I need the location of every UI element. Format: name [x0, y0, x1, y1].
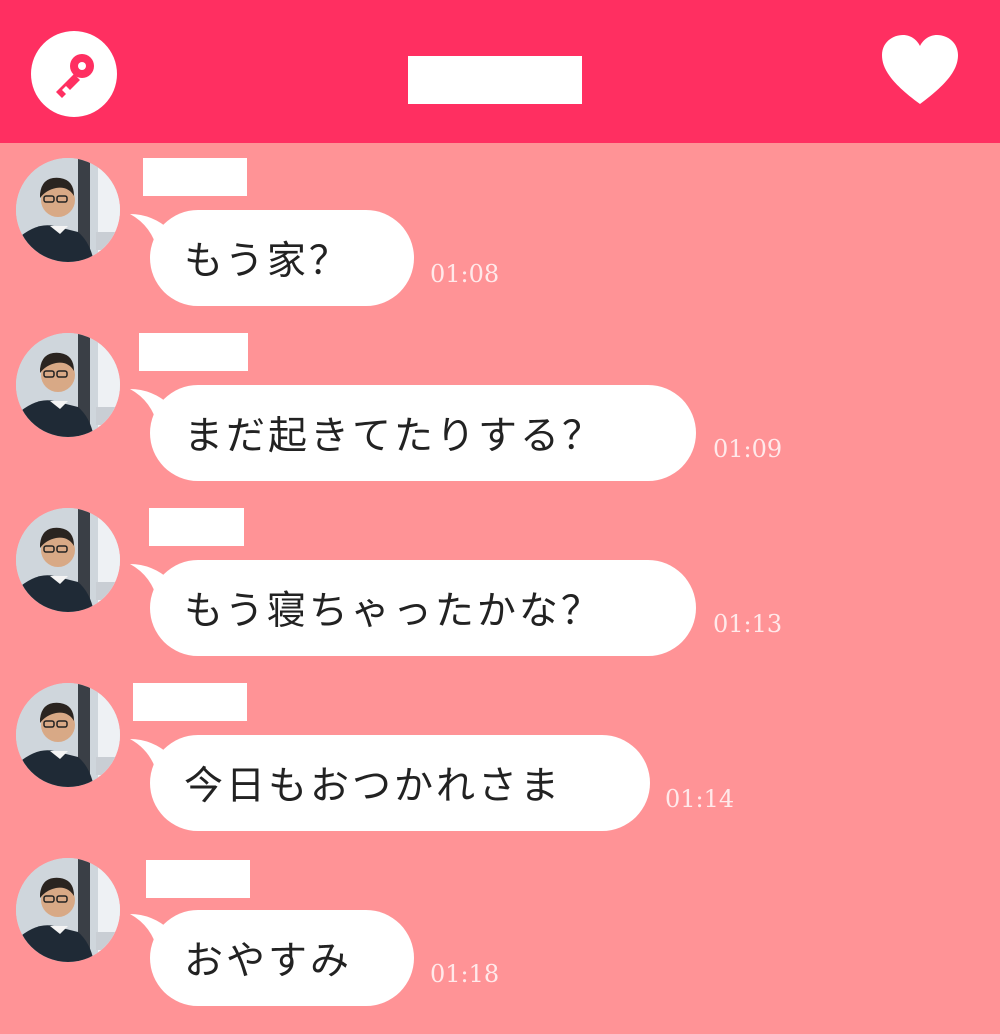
redacted-sender-name: [143, 158, 247, 196]
message-row: 今日もおつかれさま 01:14: [0, 683, 1000, 853]
favorite-button[interactable]: [880, 34, 960, 108]
message-row: まだ起きてたりする？ 01:09: [0, 333, 1000, 503]
redacted-title: [408, 56, 582, 104]
key-button[interactable]: [31, 31, 117, 117]
message-time: 01:09: [713, 435, 783, 463]
avatar-photo: [16, 158, 120, 262]
avatar-photo: [16, 333, 120, 437]
message-time: 01:08: [430, 260, 500, 288]
heart-icon: [882, 35, 958, 104]
avatar-photo: [16, 858, 120, 962]
message-text: もう寝ちゃったかな？: [184, 589, 603, 634]
avatar[interactable]: [16, 333, 120, 437]
avatar[interactable]: [16, 683, 120, 787]
redacted-sender-name: [139, 333, 248, 371]
message-time: 01:13: [713, 610, 783, 638]
message-text: 今日もおつかれさま: [184, 764, 563, 809]
app-header: [0, 0, 1000, 143]
redacted-sender-name: [149, 508, 244, 546]
message-text: まだ起きてたりする？: [184, 414, 605, 459]
avatar-photo: [16, 683, 120, 787]
message-bubble[interactable]: もう家？: [150, 210, 414, 306]
message-bubble[interactable]: おやすみ: [150, 910, 414, 1006]
avatar[interactable]: [16, 508, 120, 612]
message-bubble[interactable]: 今日もおつかれさま: [150, 735, 650, 831]
key-icon: [56, 54, 94, 98]
message-text: おやすみ: [184, 939, 353, 984]
message-time: 01:14: [665, 785, 735, 813]
avatar[interactable]: [16, 158, 120, 262]
redacted-sender-name: [146, 860, 250, 898]
message-row: もう寝ちゃったかな？ 01:13: [0, 508, 1000, 678]
message-text: もう家？: [184, 239, 351, 284]
avatar[interactable]: [16, 858, 120, 962]
avatar-photo: [16, 508, 120, 612]
message-bubble[interactable]: もう寝ちゃったかな？: [150, 560, 696, 656]
message-bubble[interactable]: まだ起きてたりする？: [150, 385, 696, 481]
message-row: もう家？ 01:08: [0, 158, 1000, 328]
message-row: おやすみ 01:18: [0, 858, 1000, 1028]
redacted-sender-name: [133, 683, 247, 721]
message-time: 01:18: [430, 960, 500, 988]
